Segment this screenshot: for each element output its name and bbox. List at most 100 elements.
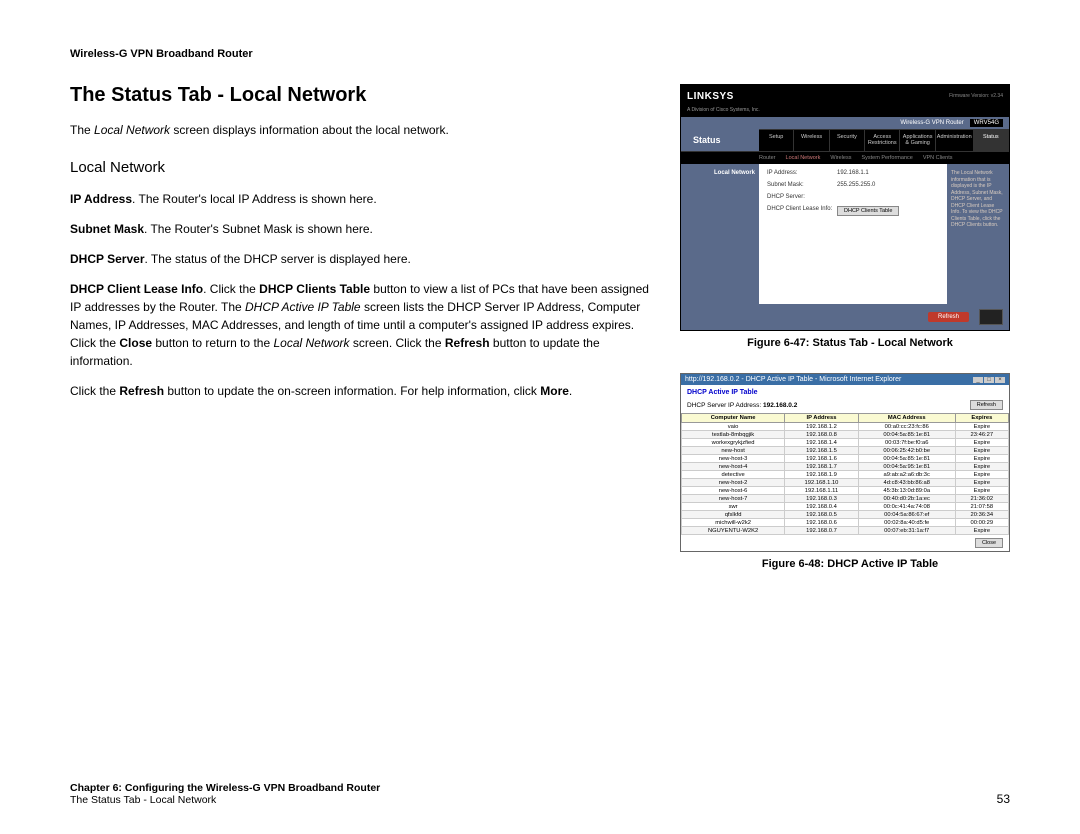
table-cell: Expire [955, 455, 1008, 463]
server-ip-value: 192.168.0.2 [763, 402, 797, 409]
dhcp-server-para: DHCP Server. The status of the DHCP serv… [70, 250, 650, 268]
text: screen. Click the [350, 336, 445, 350]
table-cell: new-host-4 [682, 463, 785, 471]
sub-tab[interactable]: Local Network [786, 155, 821, 161]
table-cell: new-host-7 [682, 495, 785, 503]
dhcp-refresh-button[interactable]: Refresh [970, 400, 1003, 410]
text: . Click the [203, 282, 259, 296]
table-cell: 00:04:5a:95:1e:81 [858, 463, 955, 471]
text-italic: DHCP Active IP Table [245, 300, 361, 314]
maximize-icon[interactable]: □ [984, 377, 994, 383]
table-cell: Expire [955, 479, 1008, 487]
figures-column: LINKSYS Firmware Version: v2.34 A Divisi… [680, 84, 1020, 594]
table-cell: Expire [955, 463, 1008, 471]
window-controls: _□× [972, 376, 1005, 383]
table-cell: 00:07:eb:31:1a:f7 [858, 527, 955, 535]
table-cell: 192.168.0.7 [785, 527, 859, 535]
minimize-icon[interactable]: _ [973, 377, 983, 383]
sub-tabs: Router Local Network Wireless System Perfor… [681, 151, 1009, 164]
text-italic: Local Network [94, 123, 170, 137]
main-text-column: The Status Tab - Local Network The Local… [70, 84, 650, 594]
table-cell: 00:a0:cc:23:fc:86 [858, 423, 955, 431]
table-cell: Expire [955, 471, 1008, 479]
main-tabs: SetupWirelessSecurityAccess Restrictions… [759, 129, 1009, 151]
sub-tab[interactable]: Wireless [830, 155, 851, 161]
table-row: new-host-4192.168.1.700:04:5a:95:1e:81Ex… [682, 463, 1009, 471]
table-cell: 192.168.1.5 [785, 447, 859, 455]
main-tab[interactable]: Status [974, 130, 1009, 151]
label-bold: Refresh [119, 384, 164, 398]
table-cell: 00:40:d0:2b:1a:ec [858, 495, 955, 503]
dhcp-table: Computer NameIP AddressMAC AddressExpire… [681, 413, 1009, 535]
firmware-version: Firmware Version: v2.34 [949, 93, 1003, 99]
refresh-button[interactable]: Refresh [928, 312, 969, 322]
table-cell: 00:04:5a:85:1e:81 [858, 455, 955, 463]
model-badge: WRV54G [970, 119, 1003, 127]
ie-title-text: http://192.168.0.2 - DHCP Active IP Tabl… [685, 376, 901, 383]
table-cell: 192.168.1.10 [785, 479, 859, 487]
row-label: DHCP Client Lease Info: [767, 206, 837, 216]
table-cell: 192.168.1.6 [785, 455, 859, 463]
panel-sidebar: Local Network [681, 164, 759, 304]
text: . The Router's Subnet Mask is shown here… [144, 222, 373, 236]
table-cell: qfslkfd [682, 511, 785, 519]
sub-tab[interactable]: VPN Clients [923, 155, 953, 161]
help-sidebar: The Local Network information that is di… [947, 164, 1009, 304]
table-cell: new-host-2 [682, 479, 785, 487]
table-cell: Expire [955, 487, 1008, 495]
close-icon[interactable]: × [995, 377, 1005, 383]
table-row: qfslkfd192.168.0.500:04:5a:86:67:ef20:36… [682, 511, 1009, 519]
page-number: 53 [997, 792, 1010, 806]
main-tab[interactable]: Security [830, 130, 865, 151]
main-tab[interactable]: Setup [759, 130, 794, 151]
table-row: detective192.168.1.9a9:ab:a2:a6:db:3cExp… [682, 471, 1009, 479]
table-cell: new-host-6 [682, 487, 785, 495]
refresh-more-para: Click the Refresh button to update the o… [70, 382, 650, 400]
page-footer: Chapter 6: Configuring the Wireless-G VP… [70, 782, 1010, 806]
text: . The status of the DHCP server is displ… [144, 252, 410, 266]
main-tab[interactable]: Wireless [794, 130, 829, 151]
table-row: new-host-2192.168.1.104d:c8:43:bb:86:a8E… [682, 479, 1009, 487]
text: button to return to the [152, 336, 273, 350]
table-row: vaio192.168.1.200:a0:cc:23:fc:86Expire [682, 423, 1009, 431]
main-tab[interactable]: Applications & Gaming [900, 130, 935, 151]
text: . [569, 384, 572, 398]
table-cell: 45:3b:13:0d:89:0a [858, 487, 955, 495]
cisco-icon [979, 309, 1003, 325]
table-cell: michwill-w2k2 [682, 519, 785, 527]
table-row: testlab-8mbqgjik192.168.0.800:04:5a:85:1… [682, 431, 1009, 439]
ip-address-para: IP Address. The Router's local IP Addres… [70, 190, 650, 208]
table-cell: 21:36:02 [955, 495, 1008, 503]
table-cell: new-host [682, 447, 785, 455]
text: Click the [70, 384, 119, 398]
text-italic: Local Network [273, 336, 349, 350]
main-tab[interactable]: Administration [936, 130, 974, 151]
status-title-cell: Status [681, 129, 759, 151]
table-cell: workexgrykjzfied [682, 439, 785, 447]
subnet-mask-para: Subnet Mask. The Router's Subnet Mask is… [70, 220, 650, 238]
row-label: Subnet Mask: [767, 182, 837, 188]
table-row: NGUYENTU-W2K2192.168.0.700:07:eb:31:1a:f… [682, 527, 1009, 535]
label-bold: DHCP Clients Table [259, 282, 370, 296]
table-cell: 192.168.0.5 [785, 511, 859, 519]
text: . The Router's local IP Address is shown… [132, 192, 377, 206]
sub-tab[interactable]: System Performance [861, 155, 912, 161]
table-cell: 00:06:25:42:b0:be [858, 447, 955, 455]
dhcp-clients-table-button[interactable]: DHCP Clients Table [837, 206, 899, 216]
table-header: IP Address [785, 414, 859, 423]
main-tab[interactable]: Access Restrictions [865, 130, 900, 151]
table-cell: detective [682, 471, 785, 479]
table-cell: 192.168.0.4 [785, 503, 859, 511]
table-cell: 192.168.1.7 [785, 463, 859, 471]
label-bold: Refresh [445, 336, 490, 350]
table-row: michwill-w2k2192.168.0.600:02:8a:40:d5:f… [682, 519, 1009, 527]
table-cell: a9:ab:a2:a6:db:3c [858, 471, 955, 479]
table-cell: testlab-8mbqgjik [682, 431, 785, 439]
product-header: Wireless-G VPN Broadband Router [70, 48, 1010, 60]
dhcp-close-button[interactable]: Close [975, 538, 1003, 548]
sub-tab[interactable]: Router [759, 155, 776, 161]
dhcp-table-heading: DHCP Active IP Table [681, 385, 1009, 400]
table-cell: 00:0c:41:4a:74:08 [858, 503, 955, 511]
table-cell: NGUYENTU-W2K2 [682, 527, 785, 535]
label-bold: More [540, 384, 569, 398]
